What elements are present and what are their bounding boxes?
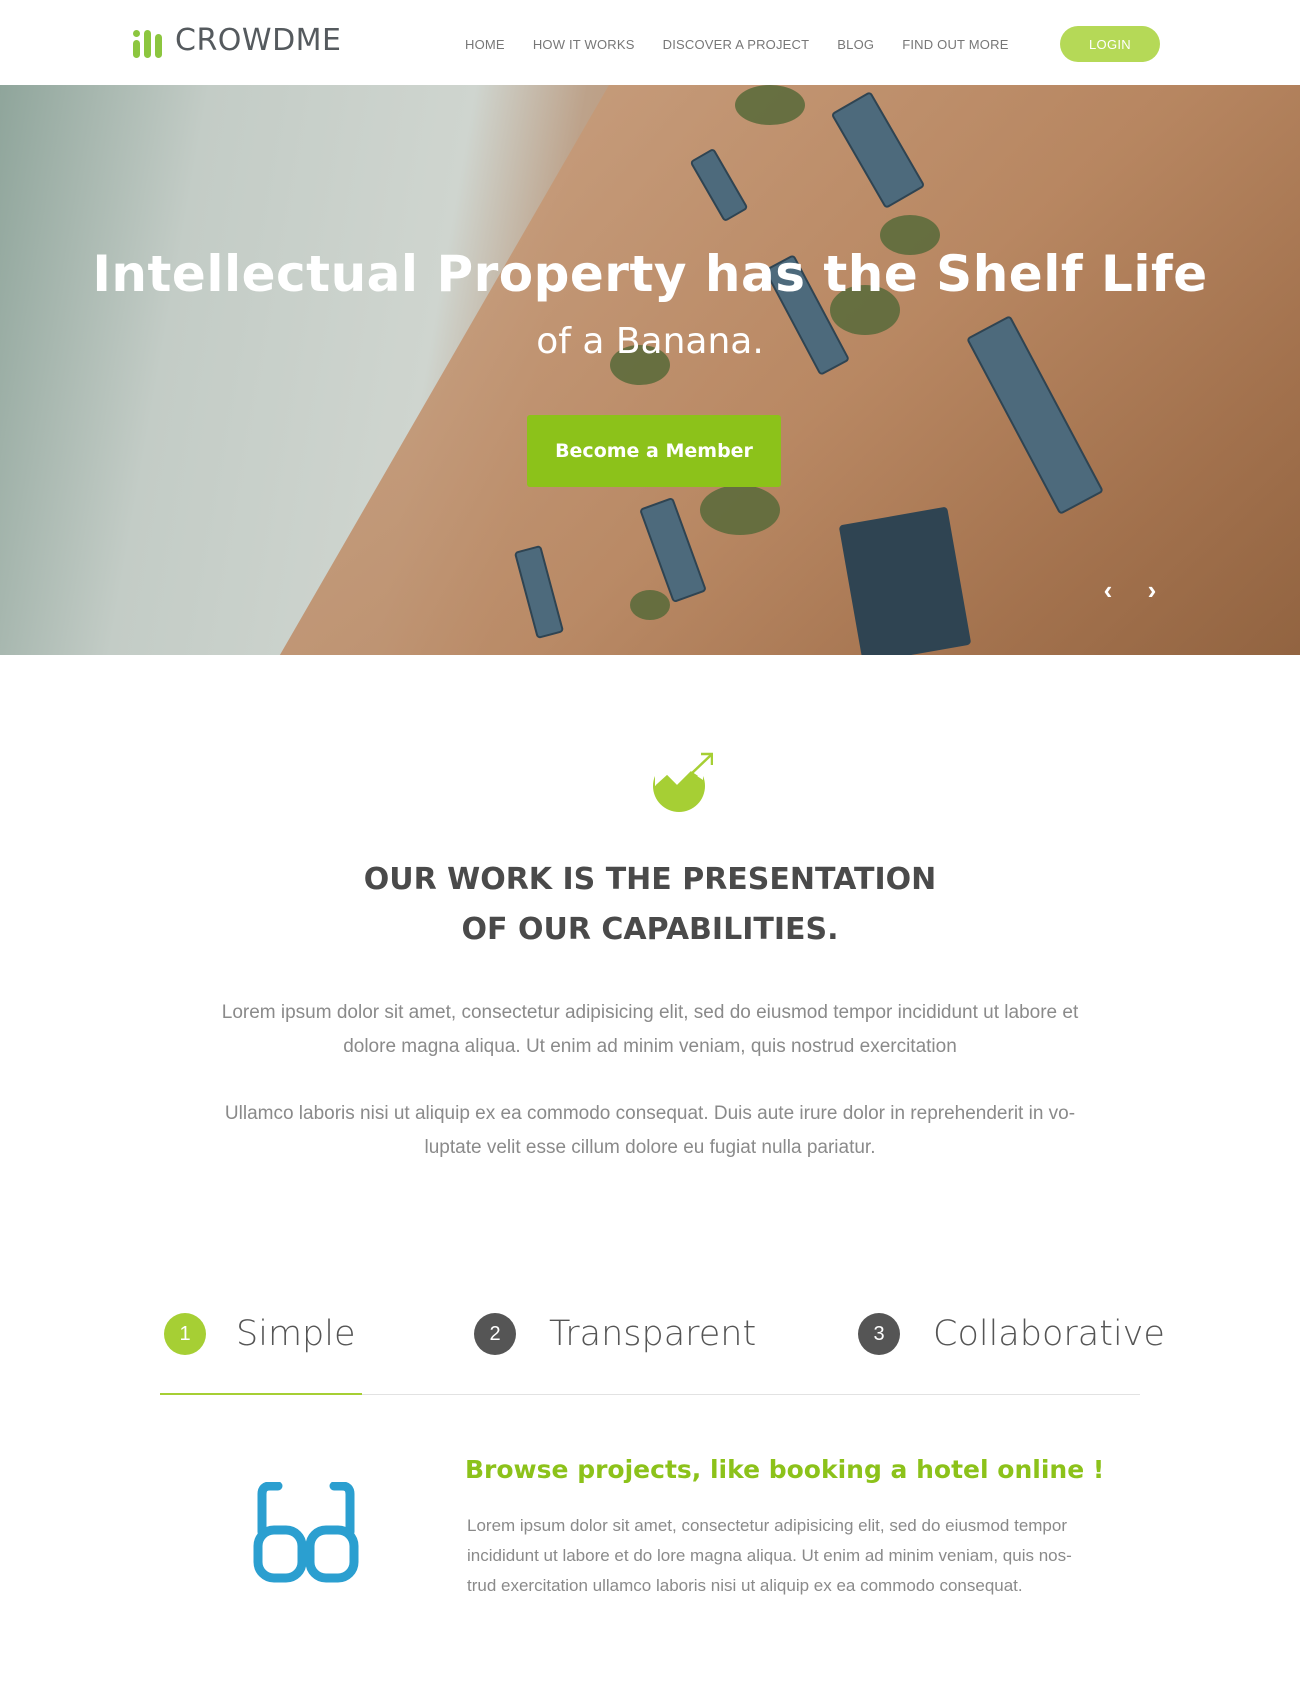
hero-slider: Intellectual Property has the Shelf Life… [0, 85, 1300, 655]
tab-label: Collaborative [933, 1314, 1165, 1354]
feature-description-line-1: Lorem ipsum dolor sit amet, consectetur … [467, 1516, 1068, 1535]
growth-chart-icon [653, 752, 713, 812]
main-nav: HOME HOW IT WORKS DISCOVER A PROJECT BLO… [465, 37, 1037, 52]
nav-item-home[interactable]: HOME [465, 37, 505, 52]
intro-paragraph-2: Ullamco laboris nisi ut aliquip ex ea co… [180, 1097, 1120, 1165]
active-tab-indicator [160, 1393, 362, 1395]
hero-background-image [227, 85, 1300, 655]
logo-text: CROWDME [175, 22, 342, 58]
tab-simple[interactable]: 1 Simple [164, 1313, 356, 1355]
intro-paragraph-2-line-1: Ullamco laboris nisi ut aliquip ex ea co… [224, 1103, 1076, 1124]
intro-paragraph-1-line-2: dolore magna aliqua. Ut enim ad minim ve… [343, 1036, 957, 1057]
chevron-right-icon[interactable]: › [1142, 577, 1162, 603]
step-number-badge: 3 [858, 1313, 900, 1355]
feature-title: Browse projects, like booking a hotel on… [465, 1455, 1105, 1484]
intro-paragraph-2-line-2: luptate velit esse cillum dolore eu fugi… [424, 1137, 876, 1158]
nav-item-blog[interactable]: BLOG [837, 37, 874, 52]
login-button[interactable]: LOGIN [1060, 26, 1160, 62]
logo-bars-icon [133, 22, 169, 58]
logo[interactable]: CROWDME [133, 22, 342, 58]
tab-label: Transparent [549, 1314, 757, 1354]
site-header: CROWDME HOME HOW IT WORKS DISCOVER A PRO… [0, 0, 1300, 85]
nav-item-how-it-works[interactable]: HOW IT WORKS [533, 37, 635, 52]
feature-description-line-3: trud exercitation ullamco laboris nisi u… [467, 1576, 1023, 1595]
intro-paragraph-1: Lorem ipsum dolor sit amet, consectetur … [180, 996, 1120, 1064]
plant [630, 590, 670, 620]
tab-collaborative[interactable]: 3 Collaborative [858, 1313, 1165, 1355]
glasses-icon [253, 1482, 359, 1583]
hero-title: Intellectual Property has the Shelf Life [92, 245, 1208, 303]
plant [735, 85, 805, 125]
section-title-line-2: OF OUR CAPABILITIES. [461, 912, 839, 947]
plant [700, 485, 780, 535]
feature-description: Lorem ipsum dolor sit amet, consectetur … [467, 1511, 1127, 1601]
tab-transparent[interactable]: 2 Transparent [474, 1313, 756, 1355]
section-title-line-1: OUR WORK IS THE PRESENTATION [363, 862, 937, 897]
nav-item-discover-project[interactable]: DISCOVER A PROJECT [663, 37, 810, 52]
tab-label: Simple [236, 1314, 356, 1354]
feature-description-line-2: incididunt ut labore et do lore magna al… [467, 1546, 1072, 1565]
step-number-badge: 1 [164, 1313, 206, 1355]
become-member-button[interactable]: Become a Member [527, 415, 781, 487]
hero-subtitle: of a Banana. [536, 321, 764, 362]
step-number-badge: 2 [474, 1313, 516, 1355]
chevron-left-icon[interactable]: ‹ [1098, 577, 1118, 603]
nav-item-find-out-more[interactable]: FIND OUT MORE [902, 37, 1008, 52]
intro-paragraph-1-line-1: Lorem ipsum dolor sit amet, consectetur … [221, 1002, 1079, 1023]
section-title: OUR WORK IS THE PRESENTATION OF OUR CAPA… [0, 855, 1300, 955]
